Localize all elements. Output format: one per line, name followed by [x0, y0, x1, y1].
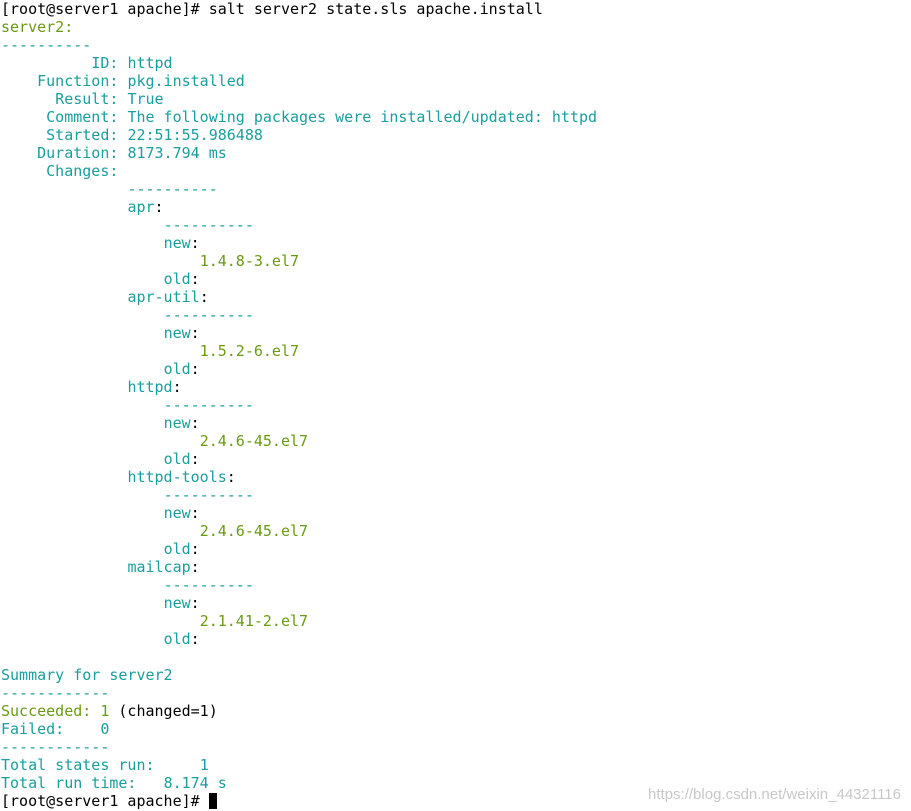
duration-label: Duration:	[37, 144, 119, 162]
result-value: True	[127, 90, 164, 108]
package-name: httpd-tools	[127, 468, 227, 486]
final-prompt-line[interactable]: [root@server1 apache]#	[1, 792, 597, 810]
package-separator: ----------	[163, 396, 254, 414]
package-old-line: old:	[163, 630, 200, 648]
package-new-label: new	[163, 504, 191, 522]
package-new-value: 2.1.41-2.el7	[199, 612, 309, 630]
watermark: https://blog.csdn.net/weixin_44321116	[648, 786, 901, 803]
package-new-line: new:	[163, 504, 200, 522]
package-name: apr	[127, 198, 155, 216]
package-name-line: apr-util:	[127, 288, 209, 306]
package-separator: ----------	[163, 486, 254, 504]
id-value: httpd	[127, 54, 173, 72]
summary-separator: ------------	[1, 684, 110, 702]
package-name-line: httpd-tools:	[127, 468, 236, 486]
succeeded-line: Succeeded: 1 (changed=1)	[1, 702, 597, 720]
total-time-line: Total run time: 8.174 s	[1, 774, 597, 792]
summary-title: Summary for server2	[1, 666, 173, 684]
comment-label: Comment:	[46, 108, 119, 126]
comment-value: The following packages were installed/up…	[127, 108, 598, 126]
package-old-label: old	[163, 360, 191, 378]
package-new-value-line: 2.1.41-2.el7	[1, 612, 597, 630]
text-cursor	[208, 793, 217, 809]
package-new-value: 1.5.2-6.el7	[199, 342, 300, 360]
package-new-value: 2.4.6-45.el7	[199, 522, 309, 540]
package-new-value: 1.4.8-3.el7	[199, 252, 300, 270]
failed-line: Failed: 0	[1, 720, 597, 738]
package-separator: ----------	[163, 306, 254, 324]
total-time-value: 8.174 s	[163, 774, 227, 792]
changes-separator: ----------	[127, 180, 218, 198]
separator: ----------	[1, 36, 92, 54]
package-separator: ----------	[163, 576, 254, 594]
package-new-label: new	[163, 324, 191, 342]
succeeded-value: 1	[100, 702, 110, 720]
package-new-label: new	[163, 414, 191, 432]
total-time-label: Total run time:	[1, 774, 137, 792]
minion-name: server2:	[1, 18, 74, 36]
package-old-label: old	[163, 450, 191, 468]
result-changes-line: Changes:	[1, 162, 597, 180]
package-separator: ----------	[163, 216, 254, 234]
package-name-line: mailcap:	[127, 558, 200, 576]
package-name: mailcap	[127, 558, 191, 576]
final-prompt: [root@server1 apache]#	[1, 792, 209, 810]
package-new-label: new	[163, 234, 191, 252]
terminal-output[interactable]: [root@server1 apache]# salt server2 stat…	[1, 0, 597, 810]
package-new-value-line: 2.4.6-45.el7	[1, 522, 597, 540]
package-old-line: old:	[163, 270, 200, 288]
command-line: [root@server1 apache]# salt server2 stat…	[1, 0, 597, 18]
package-new-value-line: 1.5.2-6.el7	[1, 342, 597, 360]
package-new-line: new:	[163, 234, 200, 252]
result-comment-line: Comment: The following packages were ins…	[1, 108, 597, 126]
duration-value: 8173.794 ms	[127, 144, 227, 162]
package-name-line: apr:	[127, 198, 164, 216]
shell-prompt: [root@server1 apache]#	[1, 0, 209, 18]
package-new-value: 2.4.6-45.el7	[199, 432, 309, 450]
total-states-value: 1	[199, 756, 209, 774]
package-new-line: new:	[163, 594, 200, 612]
started-value: 22:51:55.986488	[127, 126, 263, 144]
id-label: ID:	[91, 54, 119, 72]
result-result-line: Result: True	[1, 90, 597, 108]
succeeded-label: Succeeded:	[1, 702, 92, 720]
package-old-line: old:	[163, 450, 200, 468]
result-started-line: Started: 22:51:55.986488	[1, 126, 597, 144]
package-new-value-line: 2.4.6-45.el7	[1, 432, 597, 450]
package-old-label: old	[163, 540, 191, 558]
package-old-label: old	[163, 630, 191, 648]
result-label: Result:	[55, 90, 119, 108]
package-old-line: old:	[163, 540, 200, 558]
failed-value: 0	[100, 720, 110, 738]
package-new-label: new	[163, 594, 191, 612]
package-new-value-line: 1.4.8-3.el7	[1, 252, 597, 270]
package-name-line: httpd:	[127, 378, 182, 396]
changed-count: (changed=1)	[118, 702, 218, 720]
total-states-label: Total states run:	[1, 756, 155, 774]
result-id-line: ID: httpd	[1, 54, 597, 72]
shell-command: salt server2 state.sls apache.install	[208, 0, 543, 18]
package-old-line: old:	[163, 360, 200, 378]
changes-label: Changes:	[46, 162, 119, 180]
package-new-line: new:	[163, 324, 200, 342]
package-name: apr-util	[127, 288, 200, 306]
result-function-line: Function: pkg.installed	[1, 72, 597, 90]
total-states-line: Total states run: 1	[1, 756, 597, 774]
package-new-line: new:	[163, 414, 200, 432]
summary-separator: ------------	[1, 738, 110, 756]
function-label: Function:	[37, 72, 119, 90]
started-label: Started:	[46, 126, 119, 144]
function-value: pkg.installed	[127, 72, 245, 90]
failed-label: Failed:	[1, 720, 65, 738]
package-old-label: old	[163, 270, 191, 288]
package-name: httpd	[127, 378, 173, 396]
result-duration-line: Duration: 8173.794 ms	[1, 144, 597, 162]
